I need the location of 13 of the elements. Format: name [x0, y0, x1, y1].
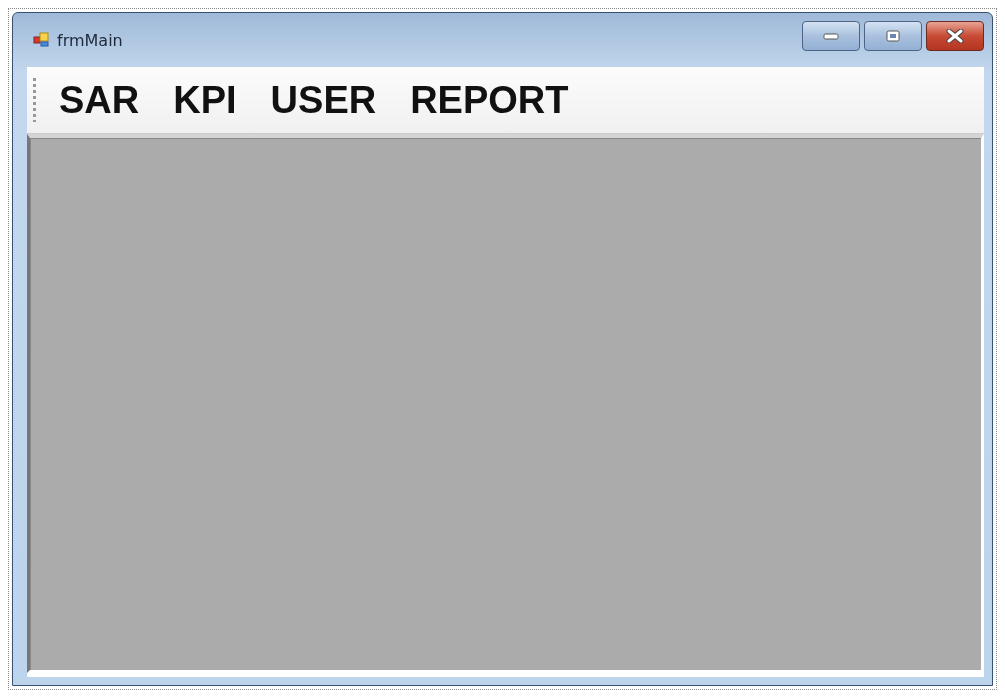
maximize-button[interactable] [864, 21, 922, 51]
close-button[interactable] [926, 21, 984, 51]
menu-item[interactable]: REPORT [410, 78, 585, 122]
form-icon [33, 32, 51, 48]
menu-item[interactable]: USER [270, 78, 393, 122]
minimize-icon [823, 32, 839, 40]
minimize-button[interactable] [802, 21, 860, 51]
menu-item[interactable]: KPI [173, 78, 253, 122]
close-icon [946, 29, 964, 43]
menu-item[interactable]: SAR [59, 78, 156, 122]
grip-icon [33, 78, 37, 122]
window-title: frmMain [57, 30, 123, 50]
maximize-icon [885, 30, 901, 42]
